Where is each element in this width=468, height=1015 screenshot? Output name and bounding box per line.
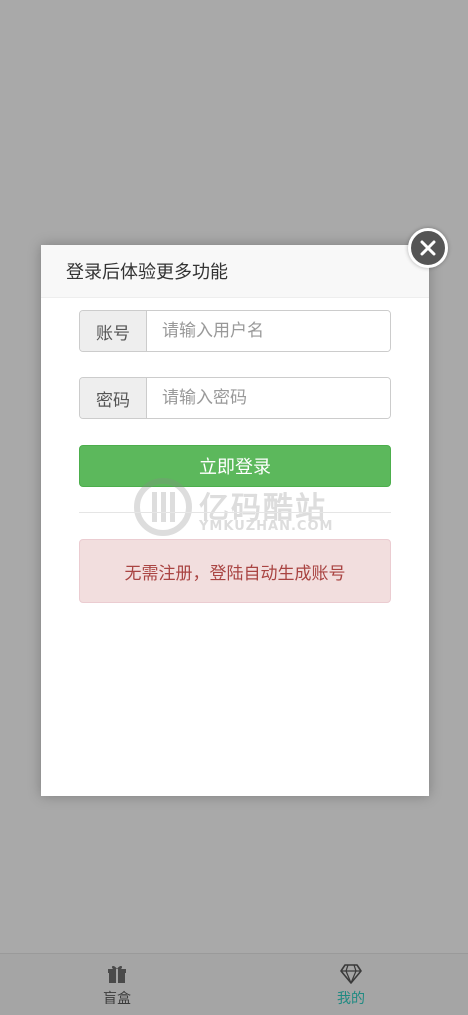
gift-icon: [108, 965, 126, 983]
tab-blind-box[interactable]: 盲盒: [0, 954, 234, 1015]
close-icon: [420, 240, 436, 256]
username-label: 账号: [80, 311, 147, 351]
modal-header: 登录后体验更多功能: [41, 245, 429, 298]
password-label: 密码: [80, 378, 147, 418]
login-button[interactable]: 立即登录: [79, 445, 391, 487]
notice-alert: 无需注册，登陆自动生成账号: [79, 539, 391, 603]
tab-mine[interactable]: 我的: [234, 954, 468, 1015]
password-input[interactable]: [147, 378, 390, 418]
tab-blind-box-label: 盲盒: [103, 990, 131, 1007]
modal-title: 登录后体验更多功能: [66, 262, 228, 283]
notice-text: 无需注册，登陆自动生成账号: [124, 563, 346, 584]
username-input[interactable]: [147, 311, 390, 351]
watermark-text-cn: 亿码酷站: [199, 491, 327, 526]
close-button[interactable]: [408, 228, 448, 268]
watermark-text-en: YMKUZHAN.COM: [199, 519, 334, 534]
login-modal: 登录后体验更多功能 账号 密码 立即登录 亿码酷站 YMKUZHAN.COM 无…: [41, 245, 429, 796]
password-input-group: 密码: [79, 377, 391, 419]
divider: [79, 512, 391, 513]
diamond-icon: [340, 963, 362, 984]
bottom-tab-bar: 盲盒 我的: [0, 953, 468, 1015]
username-input-group: 账号: [79, 310, 391, 352]
tab-mine-label: 我的: [337, 990, 365, 1007]
